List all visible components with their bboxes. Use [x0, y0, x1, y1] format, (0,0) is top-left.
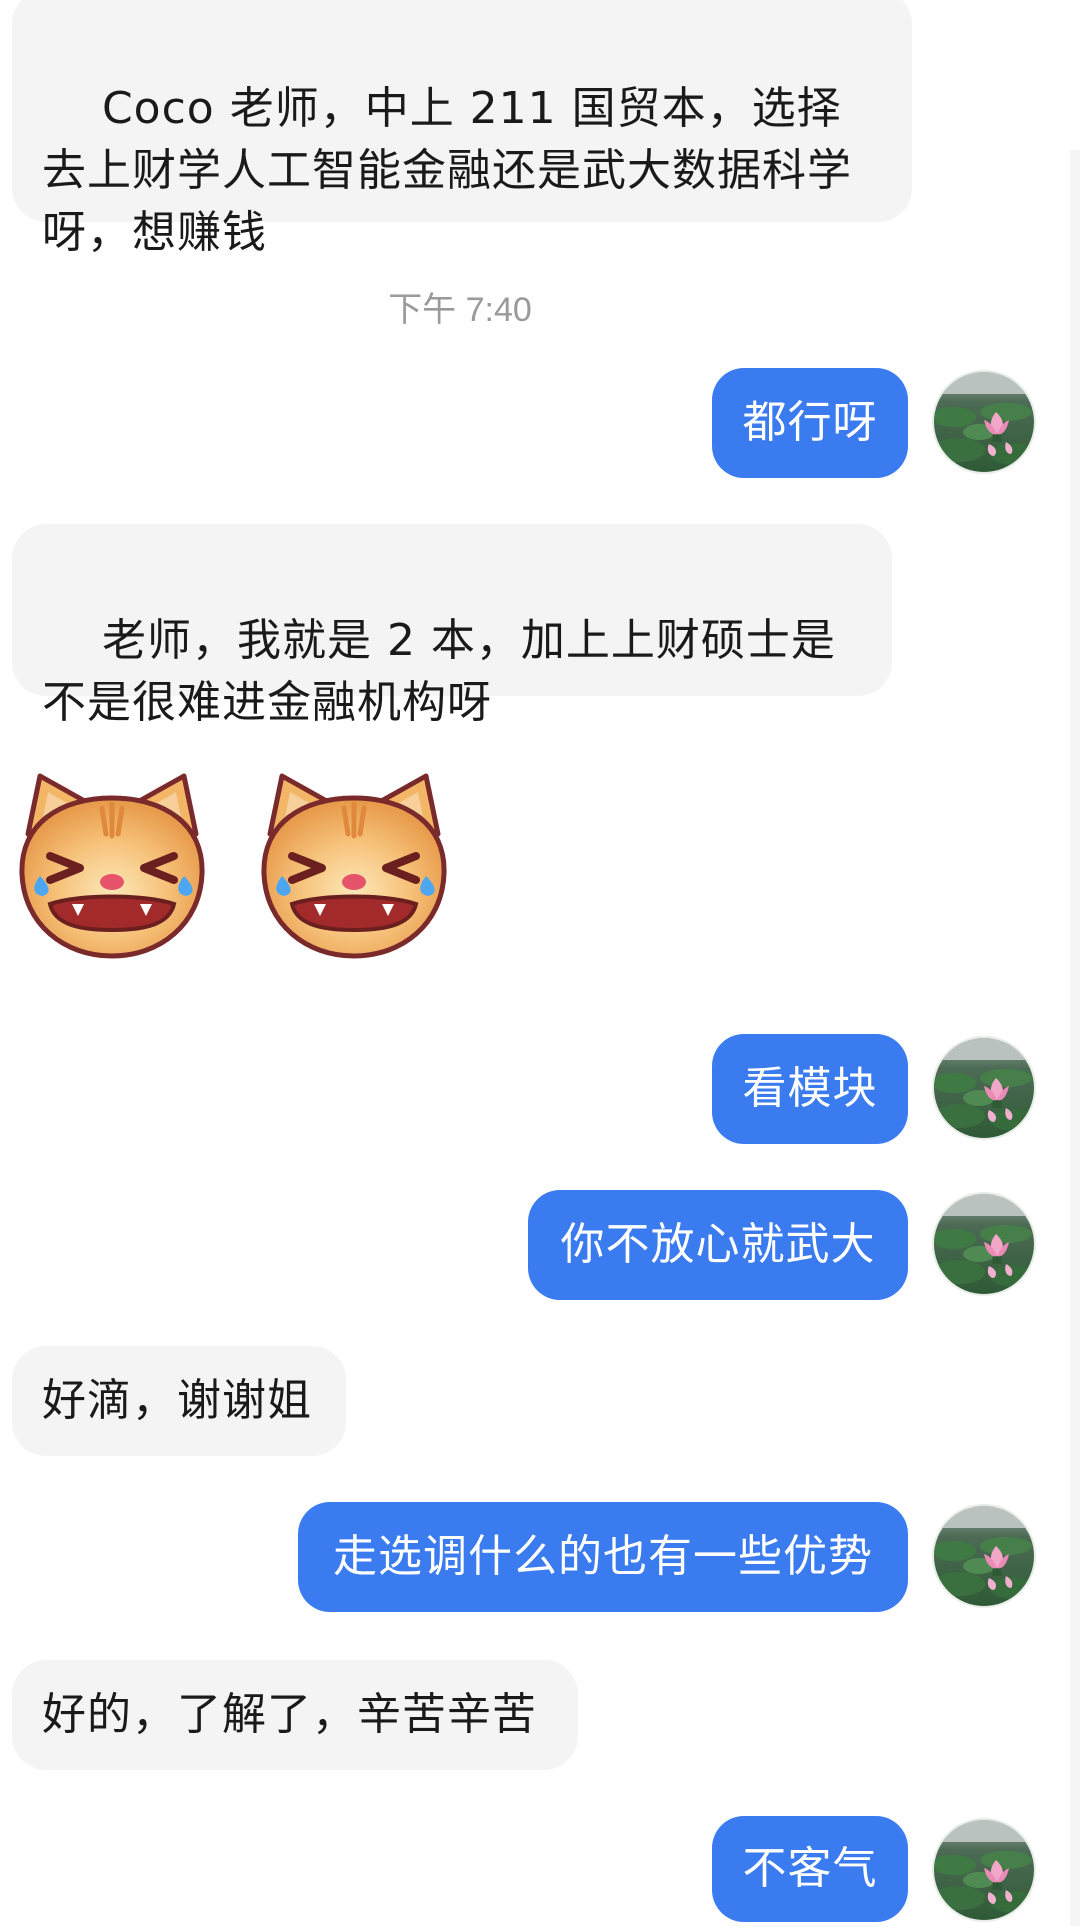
message-text: 走选调什么的也有一些优势: [333, 1531, 873, 1582]
lotus-pond-avatar-icon: [934, 372, 1034, 472]
crying-cat-sticker-icon[interactable]: [10, 764, 214, 964]
message-text: 你不放心就武大: [560, 1219, 876, 1270]
lotus-pond-avatar-icon: [934, 1506, 1034, 1606]
avatar[interactable]: [932, 1818, 1036, 1922]
avatar[interactable]: [932, 370, 1036, 474]
lotus-pond-avatar-icon: [934, 1820, 1034, 1920]
avatar[interactable]: [932, 1504, 1036, 1608]
outgoing-message-bubble[interactable]: 看模块: [712, 1034, 908, 1144]
message-timestamp: 下午 7:40: [388, 291, 532, 329]
message-text: 好的，了解了，辛苦辛苦: [42, 1689, 537, 1740]
avatar[interactable]: [932, 1192, 1036, 1296]
message-text: 都行呀: [742, 397, 878, 448]
message-text: 不客气: [742, 1843, 878, 1894]
outgoing-message-bubble[interactable]: 都行呀: [712, 368, 908, 478]
lotus-pond-avatar-icon: [934, 1038, 1034, 1138]
incoming-message-bubble[interactable]: Coco 老师，中上 211 国贸本，选择去上财学人工智能金融还是武大数据科学呀…: [12, 0, 912, 258]
message-text: 看模块: [742, 1063, 878, 1114]
crying-cat-sticker-icon[interactable]: [252, 764, 456, 964]
chat-thread[interactable]: Coco 老师，中上 211 国贸本，选择去上财学人工智能金融还是武大数据科学呀…: [0, 0, 1080, 1926]
avatar[interactable]: [932, 1036, 1036, 1140]
message-text: 好滴，谢谢姐: [42, 1375, 312, 1426]
incoming-message-bubble[interactable]: 好的，了解了，辛苦辛苦: [12, 1660, 578, 1770]
outgoing-message-bubble[interactable]: 不客气: [712, 1816, 908, 1922]
scrollbar[interactable]: [1070, 150, 1080, 1926]
message-text: Coco 老师，中上 211 国贸本，选择去上财学人工智能金融还是武大数据科学呀…: [42, 83, 852, 258]
lotus-pond-avatar-icon: [934, 1194, 1034, 1294]
incoming-message-bubble[interactable]: 好滴，谢谢姐: [12, 1346, 346, 1456]
outgoing-message-bubble[interactable]: 你不放心就武大: [528, 1190, 908, 1300]
message-text: 老师，我就是 2 本，加上上财硕士是不是很难进金融机构呀: [42, 615, 836, 728]
outgoing-message-bubble[interactable]: 走选调什么的也有一些优势: [298, 1502, 908, 1612]
incoming-message-bubble[interactable]: 老师，我就是 2 本，加上上财硕士是不是很难进金融机构呀: [12, 524, 892, 728]
